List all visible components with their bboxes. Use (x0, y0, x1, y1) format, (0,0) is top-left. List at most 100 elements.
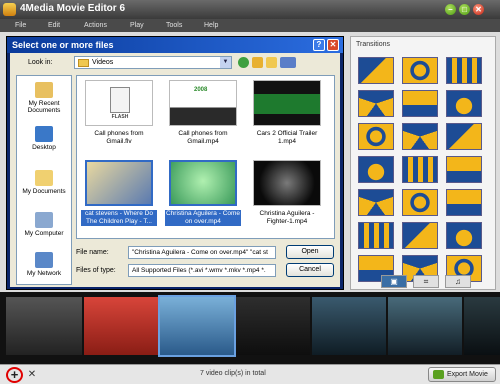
file-name-label: File name: (76, 249, 109, 256)
folder-icon (78, 59, 89, 67)
file-item[interactable]: cat stevens - Where Do The Children Play… (81, 160, 157, 238)
maximize-button[interactable]: □ (459, 4, 470, 15)
tab-crop[interactable]: ⌗ (413, 275, 439, 288)
look-in-value: Videos (92, 59, 114, 66)
transition-tile[interactable] (402, 189, 438, 216)
transition-tile[interactable] (402, 90, 438, 117)
look-in-label: Look in: (28, 59, 53, 66)
menu-bar: File Edit Actions Play Tools Help (0, 19, 500, 32)
file-thumbnail: FLASH (85, 80, 153, 126)
up-folder-icon[interactable] (252, 57, 263, 68)
my-computer-icon (35, 212, 53, 228)
file-item[interactable]: FLASH Call phones from Gmail.flv (81, 80, 157, 158)
place-label: My Computer (24, 230, 64, 237)
menu-actions[interactable]: Actions (84, 22, 107, 29)
transitions-header: Transitions (356, 41, 390, 48)
transitions-grid (358, 57, 488, 282)
new-folder-icon[interactable] (266, 57, 277, 68)
transitions-panel: Transitions ▣ ⌗ ♫ (350, 36, 496, 290)
timeline-clip[interactable] (464, 297, 500, 355)
menu-file[interactable]: File (15, 22, 26, 29)
place-label: My Network (26, 270, 62, 277)
place-label: My Recent Documents (27, 100, 61, 114)
file-type-label: Files of type: (76, 267, 116, 274)
file-item[interactable]: Cars 2 Official Trailer 1.mp4 (249, 80, 325, 158)
transition-tile[interactable] (446, 90, 482, 117)
places-bar: My Recent Documents Desktop My Documents… (16, 75, 72, 285)
look-in-dropdown[interactable]: Videos ▼ (74, 56, 232, 69)
dialog-title-bar: Select one or more files ? ✕ (7, 37, 343, 53)
place-my-documents[interactable]: My Documents (17, 168, 71, 206)
export-movie-button[interactable]: Export Movie (428, 367, 496, 382)
flash-label: FLASH (111, 114, 129, 120)
bottom-toolbar: + ✕ 7 video clip(s) in total Export Movi… (0, 364, 500, 384)
back-icon[interactable] (238, 57, 249, 68)
timeline-clip[interactable] (158, 295, 236, 357)
app-window: 4Media Movie Editor 6 – □ ✕ File Edit Ac… (0, 0, 500, 384)
transition-tile[interactable] (402, 222, 438, 249)
dialog-title: Select one or more files (12, 40, 114, 50)
transition-tile[interactable] (358, 222, 394, 249)
view-menu-icon[interactable] (280, 57, 296, 68)
file-type-dropdown[interactable]: All Supported Files (*.avi *.wmv *.mkv *… (128, 264, 276, 277)
timeline-clip[interactable] (312, 297, 386, 355)
place-my-computer[interactable]: My Computer (17, 210, 71, 248)
open-file-dialog: Select one or more files ? ✕ Look in: Vi… (6, 36, 344, 290)
transition-tile[interactable] (402, 123, 438, 150)
file-thumbnail (85, 160, 153, 206)
file-thumbnail: 2008 (169, 80, 237, 126)
menu-help[interactable]: Help (204, 22, 218, 29)
timeline-clip[interactable] (84, 297, 158, 355)
transition-tile[interactable] (358, 123, 394, 150)
transition-tile[interactable] (446, 57, 482, 84)
close-button[interactable]: ✕ (473, 4, 484, 15)
transition-tile[interactable] (402, 57, 438, 84)
tab-audio[interactable]: ♫ (445, 275, 471, 288)
transition-tile[interactable] (358, 57, 394, 84)
place-recent-documents[interactable]: My Recent Documents (17, 80, 71, 118)
flash-file-icon (110, 87, 130, 113)
file-name: Cars 2 Official Trailer 1.mp4 (256, 130, 318, 145)
transition-tile[interactable] (446, 189, 482, 216)
file-item[interactable]: 2008 Call phones from Gmail.mp4 (165, 80, 241, 158)
place-label: My Documents (22, 188, 66, 195)
file-item[interactable]: Christina Aguilera - Come on over.mp4 (165, 160, 241, 238)
cancel-button[interactable]: Cancel (286, 263, 334, 277)
file-list: FLASH Call phones from Gmail.flv 2008 Ca… (76, 75, 335, 239)
transition-tile[interactable] (402, 156, 438, 183)
dialog-close-button[interactable]: ✕ (327, 39, 339, 51)
thumb-caption: 2008 (194, 87, 208, 93)
timeline-clip[interactable] (388, 297, 462, 355)
remove-file-button[interactable]: ✕ (26, 368, 38, 381)
timeline-clip[interactable] (6, 297, 82, 355)
open-button[interactable]: Open (286, 245, 334, 259)
menu-tools[interactable]: Tools (166, 22, 182, 29)
file-thumbnail (253, 160, 321, 206)
timeline-clip[interactable] (236, 297, 310, 355)
place-label: Desktop (32, 144, 56, 151)
file-name-input[interactable]: "Christina Aguilera - Come on over.mp4" … (128, 246, 276, 259)
minimize-button[interactable]: – (445, 4, 456, 15)
menu-edit[interactable]: Edit (48, 22, 60, 29)
tab-video-effects[interactable]: ▣ (381, 275, 407, 288)
file-name: cat stevens - Where Do The Children Play… (81, 210, 157, 226)
file-item[interactable]: Christina Aguilera - Fighter-1.mp4 (249, 160, 325, 238)
file-name: Christina Aguilera - Come on over.mp4 (165, 210, 241, 226)
dialog-help-button[interactable]: ? (313, 39, 325, 51)
add-file-button[interactable]: + (6, 367, 23, 383)
place-my-network[interactable]: My Network (17, 250, 71, 284)
app-logo-icon (3, 3, 16, 16)
title-bar: 4Media Movie Editor 6 – □ ✕ (0, 0, 500, 19)
file-name: Call phones from Gmail.flv (94, 130, 144, 145)
transition-tile[interactable] (446, 222, 482, 249)
transition-tile[interactable] (358, 189, 394, 216)
my-documents-icon (35, 170, 53, 186)
transition-tile[interactable] (358, 90, 394, 117)
file-thumbnail (253, 80, 321, 126)
menu-play[interactable]: Play (130, 22, 144, 29)
place-desktop[interactable]: Desktop (17, 124, 71, 162)
file-name: Call phones from Gmail.mp4 (178, 130, 228, 145)
transition-tile[interactable] (358, 156, 394, 183)
transition-tile[interactable] (446, 123, 482, 150)
transition-tile[interactable] (446, 156, 482, 183)
